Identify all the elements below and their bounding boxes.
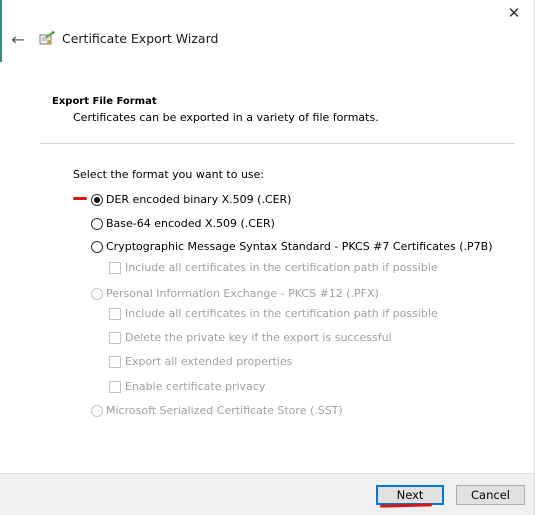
radio-button-der[interactable] [91, 193, 103, 206]
checkbox-pfx-enable-privacy-box [109, 380, 121, 393]
next-button[interactable]: Next [376, 485, 444, 505]
certificate-export-wizard-window: ✕ ← Certificate Export Wizard Export Fil… [0, 0, 535, 515]
certificate-wizard-icon [39, 31, 55, 45]
back-arrow-icon: ← [11, 29, 25, 49]
checkbox-pfx-delete-key: Delete the private key if the export is … [109, 331, 392, 344]
radio-label-sst: Microsoft Serialized Certificate Store (… [106, 404, 343, 417]
checkbox-pfx-delete-key-box [109, 331, 121, 344]
radio-button-p7b[interactable] [91, 240, 103, 253]
format-prompt: Select the format you want to use: [73, 168, 265, 181]
window-title: Certificate Export Wizard [62, 31, 219, 46]
checkbox-pfx-include-path: Include all certificates in the certific… [109, 307, 438, 320]
close-icon: ✕ [507, 4, 521, 22]
radio-button-sst [91, 404, 103, 417]
radio-option-der[interactable]: DER encoded binary X.509 (.CER) [91, 193, 291, 206]
checkbox-pfx-enable-privacy: Enable certificate privacy [109, 380, 265, 393]
radio-option-sst: Microsoft Serialized Certificate Store (… [91, 404, 343, 417]
back-button[interactable]: ← [8, 29, 28, 49]
checkbox-pfx-include-path-box [109, 307, 121, 320]
radio-label-der: DER encoded binary X.509 (.CER) [106, 193, 292, 206]
cancel-button[interactable]: Cancel [456, 485, 525, 505]
header-divider [40, 143, 515, 144]
checkbox-p7b-include-path-label: Include all certificates in the certific… [125, 261, 438, 274]
checkbox-p7b-include-path: Include all certificates in the certific… [109, 261, 438, 274]
radio-option-p7b[interactable]: Cryptographic Message Syntax Standard - … [91, 240, 493, 253]
checkbox-pfx-export-extended: Export all extended properties [109, 355, 292, 368]
checkbox-p7b-include-path-box [109, 261, 121, 274]
checkbox-pfx-enable-privacy-label: Enable certificate privacy [125, 380, 266, 393]
checkbox-pfx-include-path-label: Include all certificates in the certific… [125, 307, 438, 320]
close-button[interactable]: ✕ [500, 2, 528, 24]
window-accent-strip [0, 0, 2, 62]
section-title: Export File Format [52, 96, 157, 107]
radio-option-base64[interactable]: Base-64 encoded X.509 (.CER) [91, 217, 275, 230]
radio-label-pfx: Personal Information Exchange - PKCS #12… [106, 287, 379, 300]
radio-button-pfx [91, 287, 103, 300]
radio-option-pfx: Personal Information Exchange - PKCS #12… [91, 287, 379, 300]
checkbox-pfx-export-extended-label: Export all extended properties [125, 355, 293, 368]
radio-button-base64[interactable] [91, 217, 103, 230]
radio-label-base64: Base-64 encoded X.509 (.CER) [106, 217, 275, 230]
checkbox-pfx-delete-key-label: Delete the private key if the export is … [125, 331, 392, 344]
wizard-footer [0, 473, 534, 515]
checkbox-pfx-export-extended-box [109, 355, 121, 368]
annotation-red-dash [73, 197, 87, 200]
section-description: Certificates can be exported in a variet… [73, 111, 379, 124]
radio-label-p7b: Cryptographic Message Syntax Standard - … [106, 240, 493, 253]
